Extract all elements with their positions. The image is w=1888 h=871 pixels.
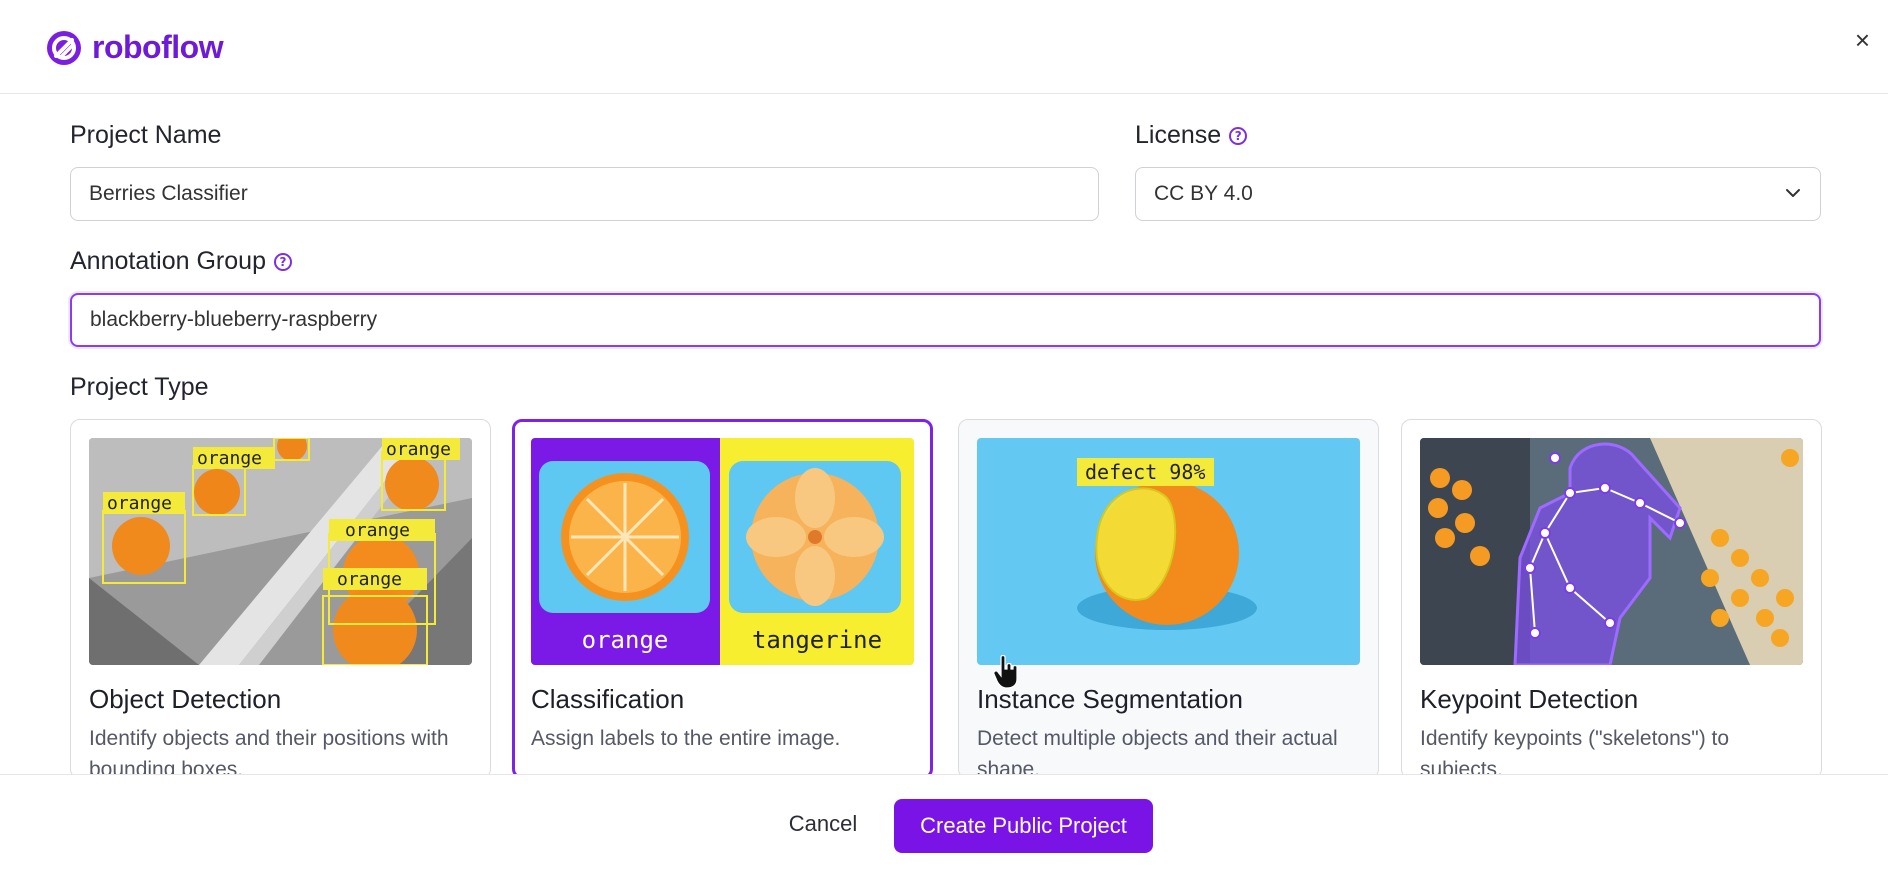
license-select[interactable]: CC BY 4.0	[1135, 167, 1821, 221]
project-name-value: Berries Classifier	[89, 182, 248, 205]
card-description: Assign labels to the entire image.	[531, 727, 841, 750]
class-label: orange	[582, 626, 669, 654]
annotation-group-label-text: Annotation Group	[70, 247, 266, 275]
license-value: CC BY 4.0	[1154, 182, 1253, 205]
project-type-card-classification[interactable]: orange tangerine Classification Assign l…	[512, 419, 933, 779]
bbox-label: orange	[197, 448, 262, 469]
modal-footer: Cancel Create Public Project	[0, 774, 1888, 871]
object-detection-illustration: orange orange orange orange orange	[89, 438, 472, 665]
classification-illustration: orange tangerine	[531, 438, 914, 665]
annotation-group-help-icon[interactable]: ?	[273, 252, 292, 271]
instance-segmentation-illustration: defect 98%	[977, 438, 1360, 665]
project-type-label-text: Project Type	[70, 373, 209, 401]
keypoint-detection-illustration	[1420, 438, 1803, 665]
project-type-card-instance-segmentation[interactable]: defect 98% Instance Segmentation Detect …	[958, 419, 1379, 779]
segmentation-label: defect 98%	[1085, 460, 1205, 484]
card-title: Keypoint Detection	[1420, 684, 1639, 714]
project-type-card-object-detection[interactable]: orange orange orange orange orange Objec…	[70, 419, 491, 779]
project-name-label-text: Project Name	[70, 121, 222, 149]
close-button[interactable]: ×	[1855, 27, 1870, 53]
modal-header: roboflow ×	[0, 0, 1888, 94]
hand-cursor-icon	[993, 655, 1018, 689]
classification-image: orange tangerine	[531, 438, 914, 665]
license-help-icon[interactable]: ?	[1229, 126, 1248, 145]
roboflow-logo-icon	[47, 30, 81, 65]
keypoint-detection-image	[1420, 438, 1803, 665]
cancel-button[interactable]: Cancel	[770, 797, 876, 851]
project-type-card-keypoint-detection[interactable]: Keypoint Detection Identify keypoints ("…	[1401, 419, 1822, 779]
create-public-project-button[interactable]: Create Public Project	[894, 799, 1153, 853]
instance-segmentation-image: defect 98%	[977, 438, 1360, 665]
project-type-label: Project Type	[70, 373, 209, 402]
project-name-label: Project Name	[70, 121, 221, 150]
card-title: Object Detection	[89, 684, 282, 714]
bbox-label: orange	[337, 569, 402, 590]
card-title: Classification	[531, 684, 685, 714]
bbox-label: orange	[386, 439, 451, 460]
annotation-group-input[interactable]: blackberry-blueberry-raspberry	[70, 293, 1821, 347]
chevron-down-icon	[1786, 189, 1800, 197]
annotation-group-value: blackberry-blueberry-raspberry	[90, 308, 378, 331]
class-label: tangerine	[752, 626, 882, 654]
license-label: License ?	[1135, 121, 1248, 150]
card-description: Detect multiple objects and their actual…	[977, 727, 1338, 779]
bbox-label: orange	[107, 493, 172, 514]
card-description: Identify keypoints ("skeletons") to subj…	[1420, 727, 1730, 779]
roboflow-logo: roboflow	[46, 29, 224, 66]
annotation-group-label: Annotation Group ?	[70, 247, 292, 276]
license-label-text: License	[1135, 121, 1222, 149]
card-description: Identify objects and their positions wit…	[89, 727, 449, 779]
bbox-label: orange	[345, 520, 410, 541]
brand-name: roboflow	[92, 29, 224, 65]
object-detection-image: orange orange orange orange orange	[89, 438, 472, 665]
project-name-input[interactable]: Berries Classifier	[70, 167, 1099, 221]
